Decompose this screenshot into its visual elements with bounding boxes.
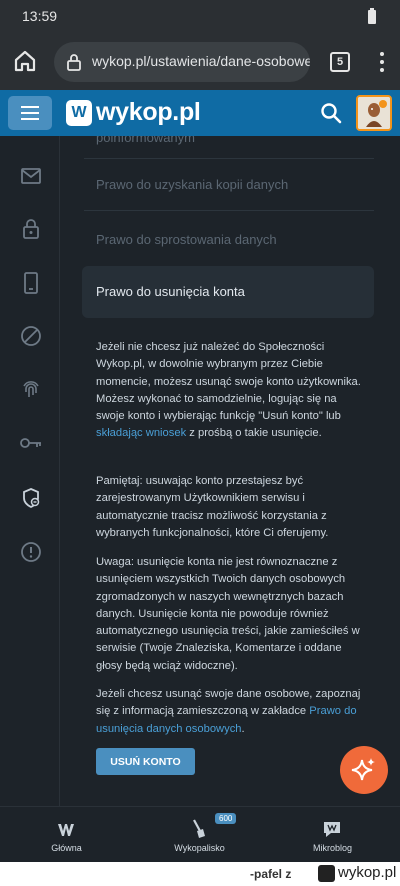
home-icon[interactable]: [10, 46, 40, 76]
wykop-home-icon: [55, 819, 77, 839]
settings-menu-item-rectify[interactable]: Prawo do sprostowania danych: [96, 232, 277, 247]
url-text: wykop.pl/ustawienia/dane-osobowe/pr: [92, 53, 310, 69]
settings-sidebar: [0, 136, 60, 806]
shovel-icon: [188, 819, 210, 839]
wykop-logo-icon[interactable]: W: [66, 100, 92, 126]
submit-request-link[interactable]: składając wniosek: [96, 427, 186, 439]
browser-toolbar: wykop.pl/ustawienia/dane-osobowe/pr 5: [0, 34, 400, 90]
delete-account-button[interactable]: USUŃ KONTO: [96, 748, 195, 775]
status-time: 13:59: [22, 8, 58, 24]
sparkle-icon: [351, 758, 375, 781]
info-paragraph-1: Jeżeli nie chcesz już należeć do Społecz…: [96, 341, 361, 440]
status-bar: 13:59: [0, 0, 400, 34]
nav-label: Główna: [51, 843, 82, 853]
nav-label: Mikroblog: [312, 843, 352, 853]
search-icon[interactable]: [320, 102, 342, 124]
lock-icon: [64, 52, 84, 72]
wykop-logo-text[interactable]: wykop.pl: [96, 98, 201, 127]
divider: [84, 210, 374, 211]
settings-menu-item-delete-account[interactable]: Prawo do usunięcia konta: [82, 266, 374, 318]
settings-menu-item-partial[interactable]: poinformowanym: [96, 136, 195, 145]
hamburger-menu-button[interactable]: [8, 96, 52, 130]
nav-item-mikroblog[interactable]: Mikroblog: [266, 807, 399, 863]
alert-icon[interactable]: [19, 540, 43, 564]
phone-icon[interactable]: [19, 271, 43, 295]
notification-dot: [379, 100, 387, 108]
ai-sparkle-fab[interactable]: [340, 746, 388, 794]
watermark-user: -pafel z: [250, 867, 292, 881]
mail-icon[interactable]: [19, 164, 43, 188]
watermark-logo-icon: [318, 865, 335, 882]
divider: [84, 158, 374, 159]
lock-icon[interactable]: [19, 217, 43, 241]
nav-item-home[interactable]: Główna: [0, 807, 133, 863]
wykopalisko-count-badge: 600: [215, 813, 237, 824]
info-paragraph-4: Jeżeli chcesz usunąć swoje dane osobowe,…: [96, 688, 361, 735]
battery-icon: [368, 8, 376, 24]
tab-switcher-button[interactable]: 5: [330, 52, 350, 72]
user-avatar[interactable]: [356, 95, 392, 131]
address-bar[interactable]: wykop.pl/ustawienia/dane-osobowe/pr: [54, 42, 310, 82]
nav-label: Wykopalisko: [174, 843, 225, 853]
more-menu-icon[interactable]: [374, 50, 390, 74]
bottom-navigation: Główna Wykopalisko Mikroblog: [0, 806, 400, 862]
settings-menu-item-label: Prawo do usunięcia konta: [96, 284, 245, 299]
nav-item-wykopalisko[interactable]: Wykopalisko: [133, 807, 266, 863]
watermark-logo-text: wykop.pl: [338, 864, 397, 881]
settings-content: poinformowanym Prawo do uzyskania kopii …: [60, 136, 400, 806]
info-paragraph-3: Uwaga: usunięcie konta nie jest równozna…: [96, 556, 360, 672]
info-paragraph-2: Pamiętaj: usuwając konto przestajesz być…: [96, 475, 329, 539]
fingerprint-icon[interactable]: [19, 377, 43, 401]
shield-icon[interactable]: [19, 486, 43, 510]
mikroblog-icon: [321, 819, 343, 839]
settings-menu-item-copy[interactable]: Prawo do uzyskania kopii danych: [96, 177, 288, 192]
block-icon[interactable]: [19, 324, 43, 348]
app-header: W wykop.pl: [0, 90, 400, 136]
watermark-strip: -pafel z wykop.pl: [0, 862, 400, 886]
key-icon[interactable]: [19, 431, 43, 455]
